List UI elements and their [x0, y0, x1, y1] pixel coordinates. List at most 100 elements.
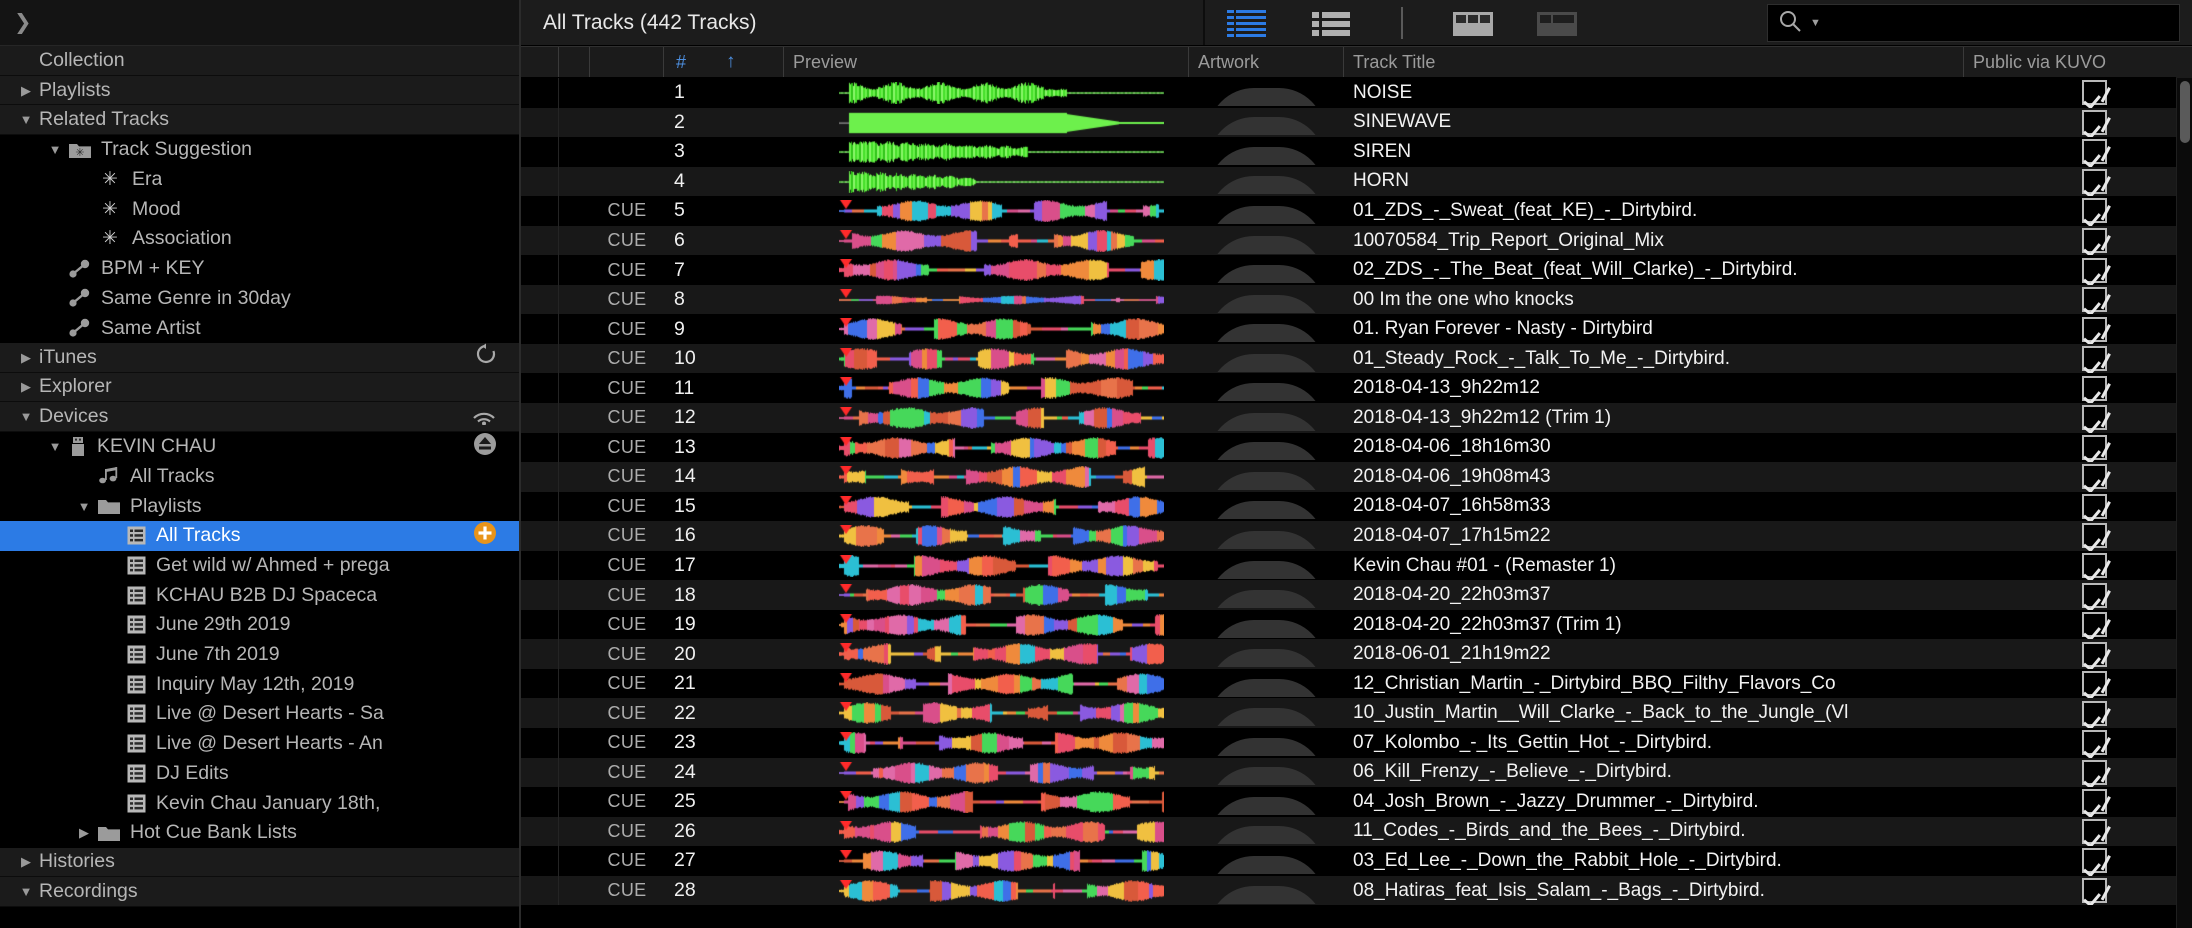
- track-color-cell[interactable]: [521, 343, 559, 374]
- waveform-preview[interactable]: [784, 462, 1189, 492]
- sidebar-item-related-tracks[interactable]: ▼ Related Tracks: [0, 105, 519, 136]
- wifi-icon[interactable]: [471, 403, 497, 431]
- sidebar-item-devices[interactable]: ▼ Devices: [0, 402, 519, 432]
- sidebar-item-histories[interactable]: ▶ Histories: [0, 847, 519, 878]
- sidebar-item-playlists[interactable]: ▶ Playlists: [0, 75, 519, 106]
- sidebar-item-kevin-chau[interactable]: ▼ KEVIN CHAU: [0, 431, 519, 462]
- waveform-preview[interactable]: [784, 285, 1189, 315]
- track-color-cell[interactable]: [521, 403, 559, 433]
- table-row[interactable]: CUE 28 08_Hatiras_feat_Isis_Salam_-_Bags_-…: [521, 875, 2192, 906]
- sidebar-item-live-desert-hearts-an[interactable]: Live @ Desert Hearts - An: [0, 728, 519, 759]
- table-row[interactable]: CUE 12 2018-04-13_9h22m12 (Trim 1): [521, 403, 2192, 433]
- table-row[interactable]: CUE 16 2018-04-07_17h15m22: [521, 521, 2192, 551]
- chevron-right-icon[interactable]: ▶: [13, 351, 39, 364]
- waveform-preview[interactable]: [784, 433, 1189, 463]
- table-row[interactable]: CUE 9 01. Ryan Forever - Nasty - Dirtybird: [521, 314, 2192, 344]
- cue-badge[interactable]: CUE: [590, 433, 664, 463]
- table-row[interactable]: CUE 20 2018-06-01_21h19m22: [521, 639, 2192, 669]
- chevron-down-icon[interactable]: ▼: [1810, 17, 1821, 29]
- table-row[interactable]: CUE 13 2018-04-06_18h16m30: [521, 432, 2192, 463]
- cue-badge[interactable]: CUE: [590, 876, 664, 906]
- cue-badge[interactable]: [590, 167, 664, 197]
- waveform-preview[interactable]: [784, 108, 1189, 138]
- track-color-cell[interactable]: [521, 787, 559, 817]
- track-color-cell[interactable]: [521, 580, 559, 610]
- chevron-right-icon[interactable]: ▶: [13, 84, 39, 97]
- kuvo-checkbox[interactable]: [2081, 168, 2107, 194]
- cue-badge[interactable]: CUE: [590, 580, 664, 610]
- cue-badge[interactable]: CUE: [590, 196, 664, 226]
- table-row[interactable]: CUE 24 06_Kill_Frenzy_-_Believe_-_Dirtybir…: [521, 757, 2192, 788]
- table-row[interactable]: CUE 11 2018-04-13_9h22m12: [521, 373, 2192, 404]
- waveform-preview[interactable]: [784, 492, 1189, 522]
- cue-badge[interactable]: CUE: [590, 639, 664, 669]
- chevron-down-icon[interactable]: ▼: [13, 410, 39, 423]
- kuvo-checkbox[interactable]: [2081, 789, 2107, 815]
- sidebar-item-playlists[interactable]: ▼ Playlists: [0, 491, 519, 521]
- column-header-prev[interactable]: Preview: [784, 47, 1189, 77]
- kuvo-checkbox[interactable]: [2081, 80, 2107, 106]
- kuvo-checkbox[interactable]: [2081, 700, 2107, 726]
- column-header-art[interactable]: Artwork: [1189, 47, 1344, 77]
- column-header-cue[interactable]: [590, 47, 664, 77]
- chevron-right-icon[interactable]: ❯: [14, 12, 32, 33]
- sidebar-item-inquiry-may-12th-2019[interactable]: Inquiry May 12th, 2019: [0, 669, 519, 700]
- waveform-preview[interactable]: [784, 167, 1189, 197]
- track-color-cell[interactable]: [521, 728, 559, 758]
- waveform-preview[interactable]: [784, 314, 1189, 344]
- cue-badge[interactable]: CUE: [590, 669, 664, 699]
- kuvo-checkbox[interactable]: [2081, 375, 2107, 401]
- table-row[interactable]: 2 SINEWAVE: [521, 107, 2192, 138]
- sidebar-item-itunes[interactable]: ▶ iTunes: [0, 342, 519, 373]
- sidebar-item-collection[interactable]: Collection: [0, 46, 519, 76]
- track-color-cell[interactable]: [521, 757, 559, 788]
- sidebar-item-get-wild-w-ahmed-prega[interactable]: Get wild w/ Ahmed + prega: [0, 550, 519, 581]
- column-header-color[interactable]: [521, 47, 559, 77]
- track-color-cell[interactable]: [521, 196, 559, 226]
- track-color-cell[interactable]: [521, 462, 559, 492]
- track-color-cell[interactable]: [521, 107, 559, 138]
- column-header-blank[interactable]: [559, 47, 590, 77]
- table-row[interactable]: 1 NOISE: [521, 78, 2192, 108]
- cue-badge[interactable]: [590, 137, 664, 167]
- cue-badge[interactable]: CUE: [590, 787, 664, 817]
- kuvo-checkbox[interactable]: [2081, 878, 2107, 904]
- track-list-body[interactable]: 1 NOISE 2 SINEWAVE 3 SIREN 4 HORN CUE 5 01_ZDS_-_S…: [521, 78, 2192, 928]
- detail-list-view-icon[interactable]: [1289, 0, 1373, 46]
- cue-badge[interactable]: CUE: [590, 403, 664, 433]
- kuvo-checkbox[interactable]: [2081, 582, 2107, 608]
- sidebar-item-mood[interactable]: ✳ Mood: [0, 194, 519, 225]
- table-row[interactable]: CUE 17 Kevin Chau #01 - (Remaster 1): [521, 550, 2192, 581]
- sidebar-item-association[interactable]: ✳ Association: [0, 224, 519, 254]
- cue-badge[interactable]: [590, 108, 664, 138]
- refresh-icon[interactable]: [475, 343, 497, 371]
- track-color-cell[interactable]: [521, 255, 559, 285]
- cue-badge[interactable]: CUE: [590, 314, 664, 344]
- track-color-cell[interactable]: [521, 521, 559, 551]
- chevron-down-icon[interactable]: ▼: [42, 143, 68, 156]
- chevron-down-icon[interactable]: ▼: [71, 500, 97, 513]
- waveform-preview[interactable]: [784, 196, 1189, 226]
- track-color-cell[interactable]: [521, 314, 559, 344]
- kuvo-checkbox[interactable]: [2081, 641, 2107, 667]
- cue-badge[interactable]: [590, 78, 664, 108]
- table-row[interactable]: CUE 23 07_Kolombo_-_Its_Gettin_Hot_-_Dirty…: [521, 728, 2192, 758]
- track-color-cell[interactable]: [521, 432, 559, 463]
- kuvo-checkbox[interactable]: [2081, 612, 2107, 638]
- waveform-preview[interactable]: [784, 137, 1189, 167]
- waveform-preview[interactable]: [784, 728, 1189, 758]
- cue-badge[interactable]: CUE: [590, 344, 664, 374]
- kuvo-checkbox[interactable]: [2081, 818, 2107, 844]
- sidebar-item-track-suggestion[interactable]: ▼ ✳ Track Suggestion: [0, 135, 519, 165]
- cue-badge[interactable]: CUE: [590, 373, 664, 403]
- waveform-preview[interactable]: [784, 255, 1189, 285]
- kuvo-checkbox[interactable]: [2081, 848, 2107, 874]
- cue-badge[interactable]: CUE: [590, 610, 664, 640]
- table-row[interactable]: 4 HORN: [521, 166, 2192, 197]
- column-header-num[interactable]: # ↑: [664, 47, 784, 77]
- kuvo-checkbox[interactable]: [2081, 139, 2107, 165]
- waveform-preview[interactable]: [784, 521, 1189, 551]
- sidebar-item-all-tracks[interactable]: All Tracks: [0, 521, 519, 551]
- table-row[interactable]: CUE 15 2018-04-07_16h58m33: [521, 491, 2192, 522]
- waveform-preview[interactable]: [784, 669, 1189, 699]
